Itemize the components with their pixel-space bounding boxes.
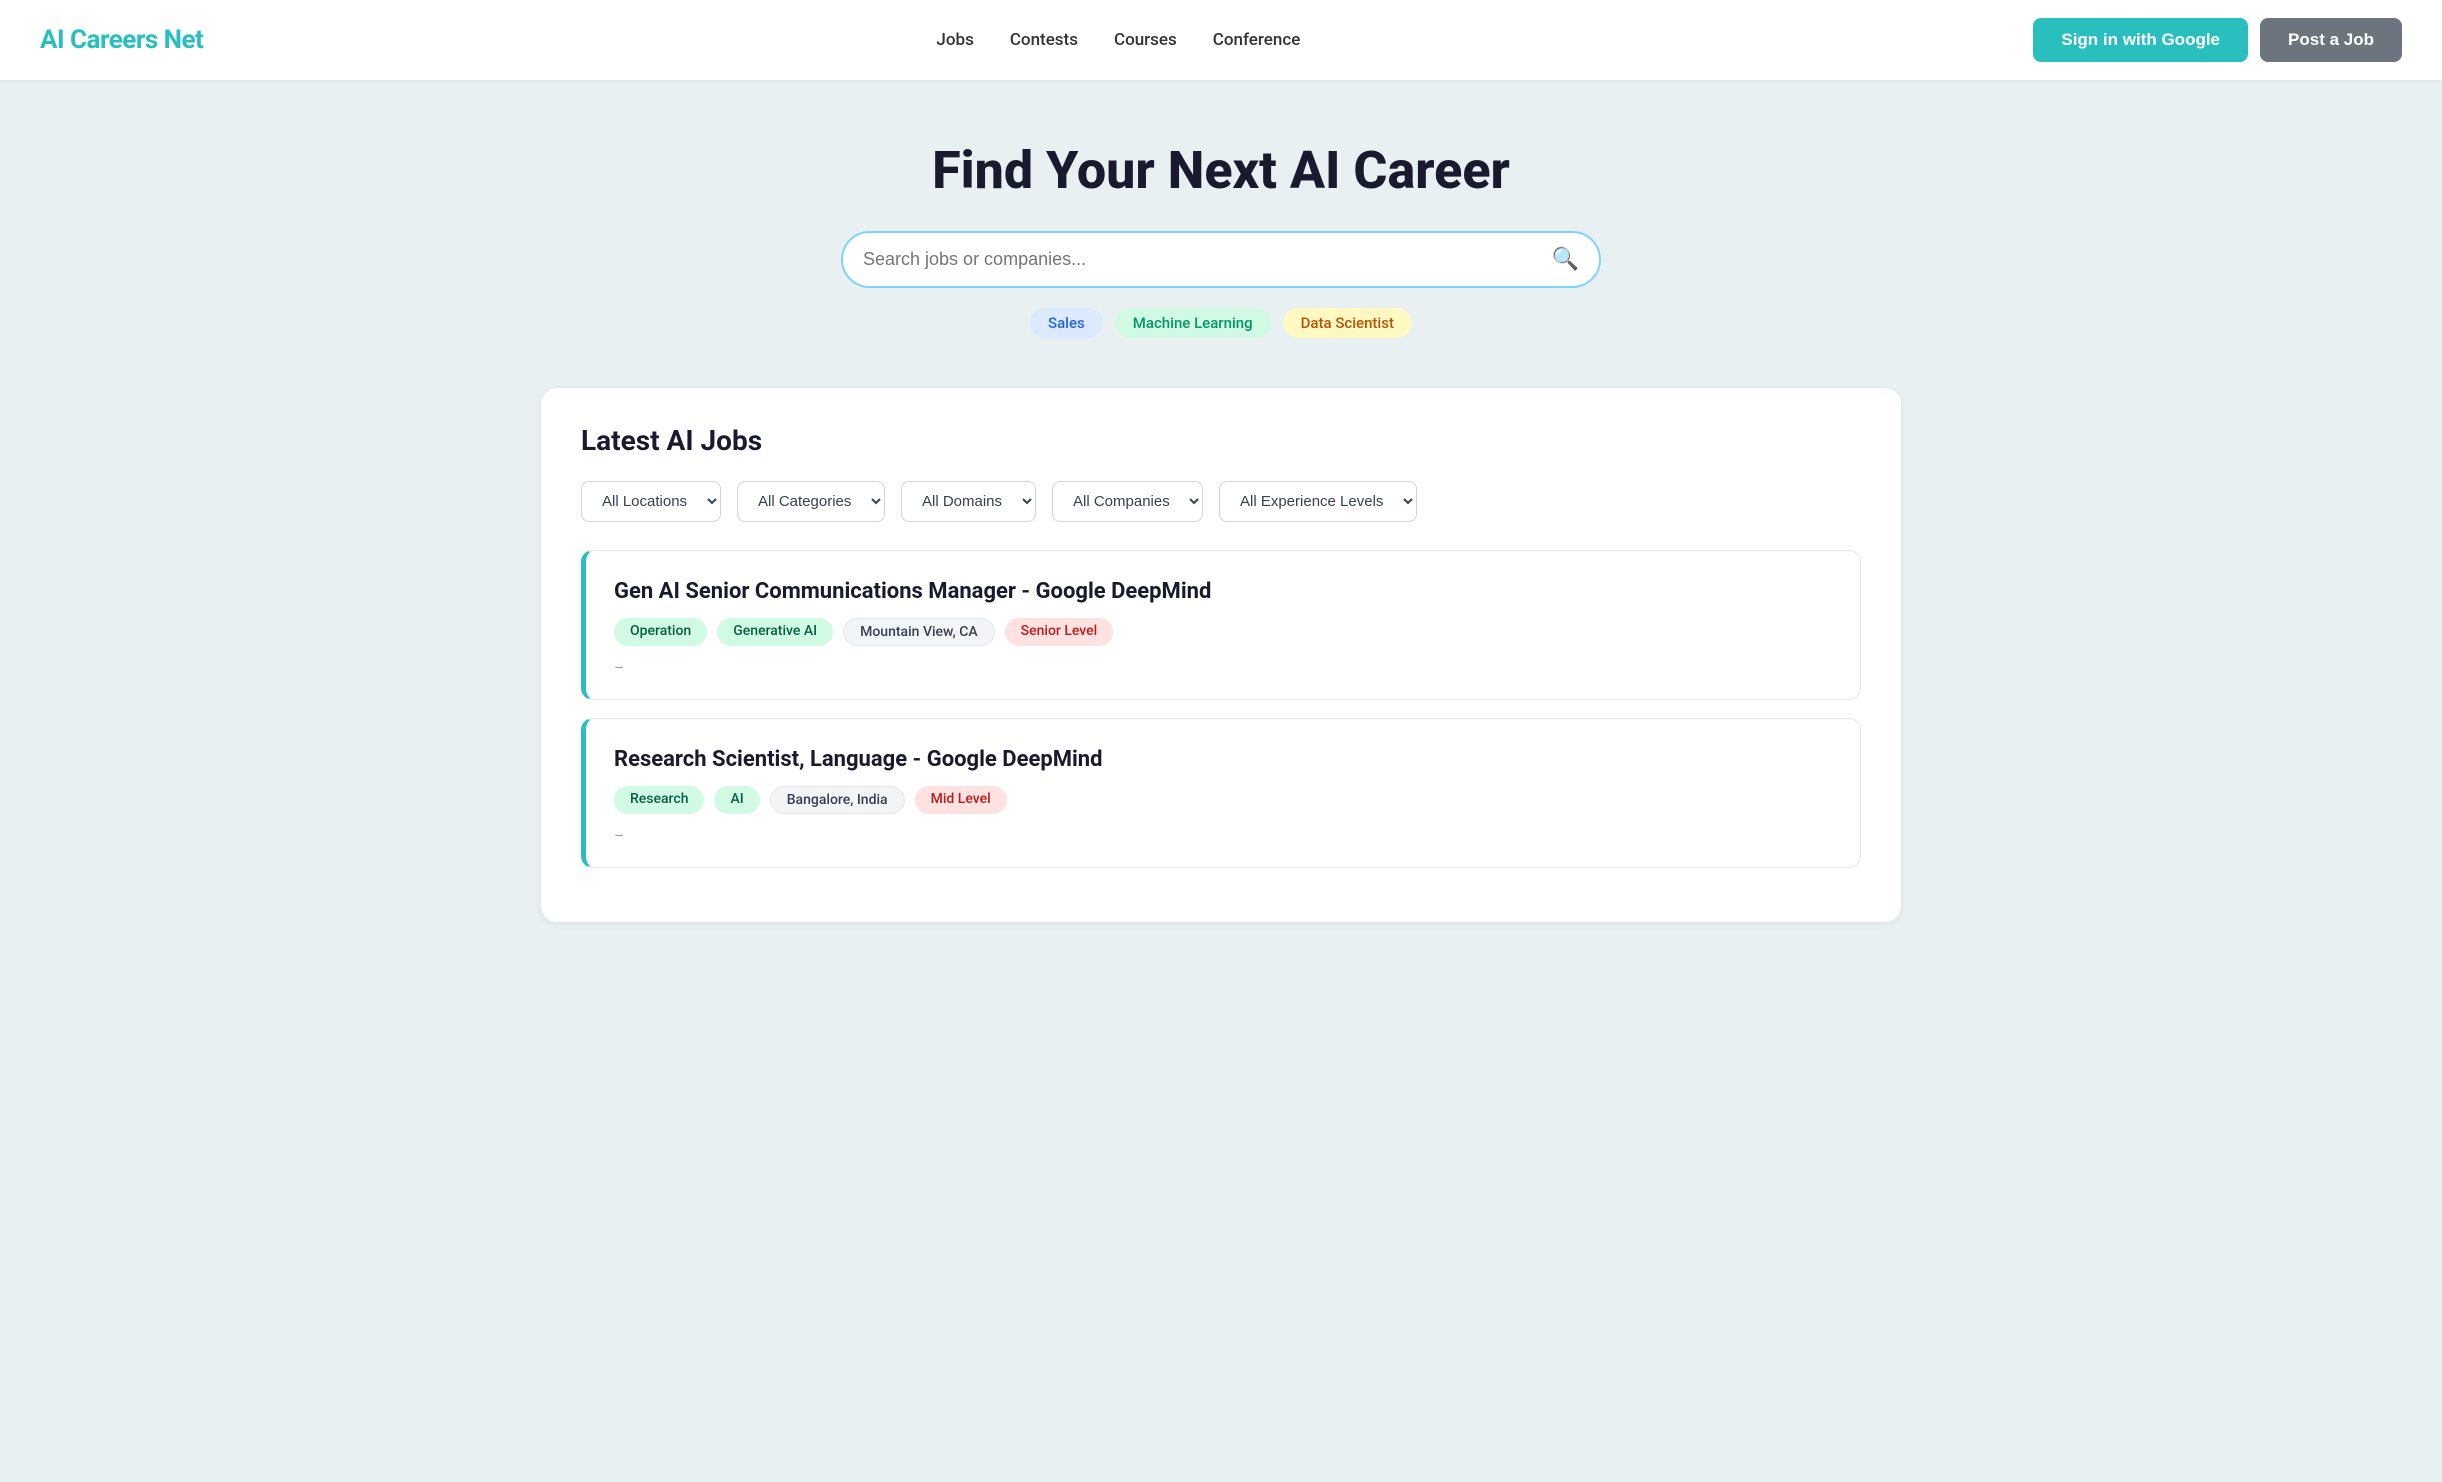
- job-tag-senior-level[interactable]: Senior Level: [1005, 618, 1114, 646]
- job-title: Research Scientist, Language - Google De…: [614, 747, 1832, 772]
- job-tag-research[interactable]: Research: [614, 786, 704, 814]
- job-tag-ai[interactable]: AI: [714, 786, 759, 814]
- jobs-section: Latest AI Jobs All Locations All Categor…: [541, 388, 1901, 922]
- nav-contests[interactable]: Contests: [1010, 30, 1078, 50]
- search-icon[interactable]: 🔍: [1552, 247, 1579, 272]
- header: AI Careers Net Jobs Contests Courses Con…: [0, 0, 2442, 80]
- job-tag-location: Bangalore, India: [770, 786, 905, 814]
- filter-locations[interactable]: All Locations: [581, 481, 721, 522]
- job-card[interactable]: Gen AI Senior Communications Manager - G…: [581, 550, 1861, 700]
- job-dash: –: [614, 658, 1832, 677]
- filter-companies[interactable]: All Companies: [1052, 481, 1203, 522]
- tag-sales[interactable]: Sales: [1030, 308, 1103, 338]
- hero-section: Find Your Next AI Career 🔍 Sales Machine…: [0, 80, 2442, 388]
- job-tag-generative-ai[interactable]: Generative AI: [717, 618, 833, 646]
- jobs-filters: All Locations All Categories All Domains…: [581, 481, 1861, 522]
- filter-domains[interactable]: All Domains: [901, 481, 1036, 522]
- job-card[interactable]: Research Scientist, Language - Google De…: [581, 718, 1861, 868]
- post-job-button[interactable]: Post a Job: [2260, 18, 2402, 62]
- tag-machine-learning[interactable]: Machine Learning: [1115, 308, 1271, 338]
- job-tags: Operation Generative AI Mountain View, C…: [614, 618, 1832, 646]
- signin-button[interactable]: Sign in with Google: [2033, 18, 2248, 62]
- nav-jobs[interactable]: Jobs: [936, 30, 973, 50]
- nav-conference[interactable]: Conference: [1213, 30, 1301, 50]
- job-tag-operation[interactable]: Operation: [614, 618, 707, 646]
- job-title: Gen AI Senior Communications Manager - G…: [614, 579, 1832, 604]
- jobs-section-title: Latest AI Jobs: [581, 424, 1861, 457]
- hero-title: Find Your Next AI Career: [20, 140, 2422, 201]
- job-tag-mid-level[interactable]: Mid Level: [915, 786, 1007, 814]
- search-input[interactable]: [863, 249, 1552, 270]
- job-tags: Research AI Bangalore, India Mid Level: [614, 786, 1832, 814]
- search-bar: 🔍: [841, 231, 1601, 288]
- logo[interactable]: AI Careers Net: [40, 25, 203, 55]
- nav-courses[interactable]: Courses: [1114, 30, 1177, 50]
- filter-categories[interactable]: All Categories: [737, 481, 885, 522]
- search-tag-list: Sales Machine Learning Data Scientist: [20, 308, 2422, 338]
- main-nav: Jobs Contests Courses Conference: [936, 30, 1300, 50]
- tag-data-scientist[interactable]: Data Scientist: [1283, 308, 1412, 338]
- header-actions: Sign in with Google Post a Job: [2033, 18, 2402, 62]
- job-tag-location: Mountain View, CA: [843, 618, 995, 646]
- job-dash: –: [614, 826, 1832, 845]
- filter-experience[interactable]: All Experience Levels: [1219, 481, 1417, 522]
